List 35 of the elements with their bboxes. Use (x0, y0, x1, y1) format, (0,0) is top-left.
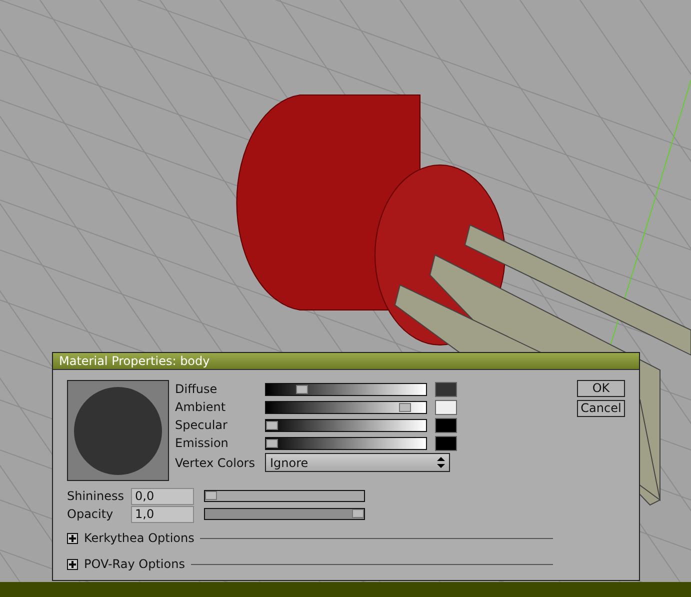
section-label: Kerkythea Options (84, 530, 194, 547)
color-label: Ambient (175, 399, 227, 416)
slider-thumb[interactable] (296, 384, 308, 394)
slider-thumb[interactable] (352, 509, 364, 518)
property-slider[interactable] (204, 508, 365, 520)
slider-thumb[interactable] (399, 402, 412, 412)
color-swatch[interactable] (435, 382, 457, 396)
section-label: POV-Ray Options (84, 556, 185, 573)
expand-toggle[interactable] (67, 532, 78, 544)
property-label: Shininess (67, 488, 125, 505)
value-field[interactable]: 0,0 (131, 488, 194, 504)
vertex-colors-label: Vertex Colors (175, 454, 256, 472)
color-slider[interactable] (265, 436, 427, 450)
slider-thumb[interactable] (205, 491, 217, 500)
color-slider[interactable] (265, 418, 427, 432)
dialog-button[interactable]: OK (577, 380, 625, 397)
sphere-icon (73, 386, 163, 476)
value-field[interactable]: 1,0 (131, 506, 194, 522)
dialog-button[interactable]: Cancel (577, 400, 625, 417)
color-slider[interactable] (265, 400, 427, 414)
slider-thumb[interactable] (266, 420, 278, 430)
dialog-title: Material Properties: body (53, 353, 639, 370)
color-label: Emission (175, 435, 230, 452)
expand-toggle[interactable] (67, 558, 78, 570)
color-swatch[interactable] (435, 436, 457, 450)
color-label: Specular (175, 417, 228, 434)
slider-thumb[interactable] (266, 438, 278, 448)
vertex-colors-dropdown[interactable]: Ignore (265, 453, 450, 472)
property-label: Opacity (67, 506, 114, 523)
spinner-arrows-icon (437, 457, 445, 468)
color-swatch[interactable] (435, 418, 457, 432)
color-label: Diffuse (175, 381, 218, 398)
color-slider[interactable] (265, 382, 427, 396)
property-slider[interactable] (204, 490, 365, 502)
color-swatch[interactable] (435, 400, 457, 414)
